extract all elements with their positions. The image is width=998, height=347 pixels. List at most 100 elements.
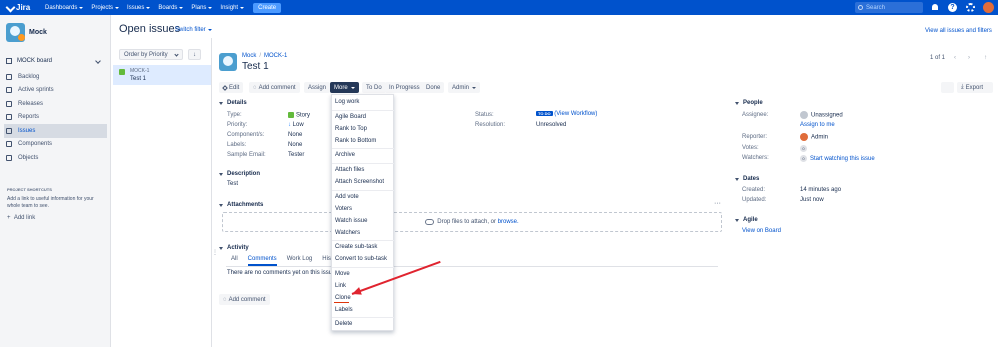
menu-item-attach-screenshot[interactable]: Attach Screenshot xyxy=(335,179,384,185)
menu-item-rank-to-top[interactable]: Rank to Top xyxy=(335,126,367,132)
export-button[interactable]: ⤓ Export xyxy=(957,82,993,93)
sort-direction-button[interactable]: ↓ xyxy=(188,49,201,60)
menu-item-watch-issue[interactable]: Watch issue xyxy=(335,218,367,224)
sidebar-item-label: Issues xyxy=(18,127,36,134)
admin-button[interactable]: Admin xyxy=(448,82,481,93)
menu-item-watchers[interactable]: Watchers xyxy=(335,230,360,236)
description-heading[interactable]: Description xyxy=(219,171,260,177)
create-button[interactable]: Create xyxy=(253,2,282,13)
chevron-down-icon xyxy=(79,6,84,9)
view-workflow-link[interactable]: View Workflow xyxy=(556,111,595,117)
view-all-issues-link[interactable]: View all issues and filters xyxy=(925,28,992,34)
share-icon[interactable] xyxy=(941,82,954,93)
issue-title[interactable]: Test 1 xyxy=(242,61,269,72)
assign-to-me-link[interactable]: Assign to me xyxy=(800,122,835,128)
breadcrumb-issue-key[interactable]: MOCK-1 xyxy=(264,53,287,59)
assign-button[interactable]: Assign xyxy=(304,82,331,93)
tab-comments[interactable]: Comments xyxy=(247,256,277,266)
menu-item-agile-board[interactable]: Agile Board xyxy=(335,114,366,120)
help-icon[interactable]: ? xyxy=(948,3,957,12)
nav-issues[interactable]: Issues xyxy=(127,5,151,11)
list-item[interactable]: MOCK-1 Test 1 xyxy=(113,65,211,85)
order-by-dropdown[interactable]: Order by Priority xyxy=(119,49,183,60)
backlog-icon xyxy=(6,73,12,80)
nav-plans[interactable]: Plans xyxy=(191,5,213,11)
collapse-icon xyxy=(735,177,739,181)
menu-item-clone[interactable]: Clone xyxy=(335,295,351,301)
next-issue-icon[interactable]: › xyxy=(968,55,970,61)
project-header[interactable]: Mock xyxy=(6,23,47,42)
view-on-board-link[interactable]: View on Board xyxy=(742,228,781,234)
people-heading[interactable]: People xyxy=(735,100,763,106)
switch-filter-button[interactable]: Switch filter xyxy=(175,27,212,33)
sidebar-item-reports[interactable]: Reports xyxy=(4,111,107,125)
more-button[interactable]: More xyxy=(330,82,359,93)
description-text[interactable]: Test xyxy=(227,181,238,187)
menu-item-voters[interactable]: Voters xyxy=(335,206,352,212)
details-heading[interactable]: Details xyxy=(219,100,247,106)
nav-projects[interactable]: Projects xyxy=(91,5,120,11)
sidebar-item-components[interactable]: Components xyxy=(4,138,107,152)
menu-item-move[interactable]: Move xyxy=(335,271,350,277)
nav-boards[interactable]: Boards xyxy=(158,5,184,11)
breadcrumb-project[interactable]: Mock xyxy=(242,53,256,59)
add-comment-label: Add comment xyxy=(258,84,296,91)
done-button[interactable]: Done xyxy=(422,82,445,93)
tab-all[interactable]: All xyxy=(231,256,238,266)
menu-item-attach-files[interactable]: Attach files xyxy=(335,167,364,173)
in-progress-button[interactable]: In Progress xyxy=(385,82,424,93)
menu-item-add-vote[interactable]: Add vote xyxy=(335,194,359,200)
agile-heading[interactable]: Agile xyxy=(735,217,758,223)
chevron-down-icon xyxy=(350,86,355,89)
menu-item-delete[interactable]: Delete xyxy=(335,321,352,327)
votes-count: 0 xyxy=(800,145,807,152)
project-name: Mock xyxy=(29,29,47,36)
sidebar-item-objects[interactable]: Objects xyxy=(4,151,107,165)
nav-dashboards[interactable]: Dashboards xyxy=(45,5,84,11)
add-link-button[interactable]: + Add link xyxy=(7,215,35,221)
labels-value: None xyxy=(288,142,303,148)
unassigned-avatar xyxy=(800,111,808,119)
menu-item-log-work[interactable]: Log work xyxy=(335,99,359,105)
dates-heading[interactable]: Dates xyxy=(735,176,759,182)
gear-icon[interactable] xyxy=(966,3,975,12)
divider xyxy=(332,267,394,268)
notifications-icon[interactable] xyxy=(931,3,940,12)
search-placeholder: Search xyxy=(866,4,886,11)
sidebar-item-active-sprints[interactable]: Active sprints xyxy=(4,84,107,98)
watchers-count[interactable]: 0 xyxy=(800,155,807,162)
votes-value[interactable]: 0 xyxy=(800,145,810,152)
menu-item-archive[interactable]: Archive xyxy=(335,152,355,158)
menu-item-rank-to-bottom[interactable]: Rank to Bottom xyxy=(335,138,376,144)
clone-underline-annotation xyxy=(334,302,349,303)
add-comment-bottom-button[interactable]: ◌ Add comment xyxy=(219,294,270,305)
board-selector[interactable]: MOCK board xyxy=(6,55,106,66)
previous-issue-icon[interactable]: ‹ xyxy=(954,55,956,61)
sidebar-item-releases[interactable]: Releases xyxy=(4,97,107,111)
menu-item-link[interactable]: Link xyxy=(335,283,346,289)
search-input[interactable]: Search xyxy=(855,2,923,13)
attachment-dropzone[interactable]: Drop files to attach, or browse. xyxy=(222,212,722,232)
collapse-icon xyxy=(735,218,739,222)
menu-item-create-subtask[interactable]: Create sub-task xyxy=(335,244,377,250)
menu-item-convert-subtask[interactable]: Convert to sub-task xyxy=(335,256,387,262)
user-avatar[interactable] xyxy=(983,2,994,13)
upload-cloud-icon xyxy=(425,219,435,225)
sidebar-item-issues[interactable]: Issues xyxy=(4,124,107,138)
activity-heading[interactable]: Activity xyxy=(219,245,249,251)
edit-button[interactable]: Edit xyxy=(219,82,244,93)
tab-work-log[interactable]: Work Log xyxy=(287,256,313,266)
nav-insight[interactable]: Insight xyxy=(220,5,245,11)
collapse-icon[interactable]: ↑ xyxy=(984,55,987,61)
browse-link[interactable]: browse. xyxy=(498,219,519,225)
jira-logo[interactable]: Jira xyxy=(7,3,45,12)
start-watching-link[interactable]: Start watching this issue xyxy=(810,156,875,162)
more-options-icon[interactable]: ··· xyxy=(714,200,721,207)
add-comment-button[interactable]: ◌ Add comment xyxy=(249,82,300,93)
priority-low-icon: ↓ xyxy=(288,122,291,128)
menu-item-labels[interactable]: Labels xyxy=(335,307,353,313)
attachments-heading[interactable]: Attachments xyxy=(219,202,263,208)
drag-handle-icon[interactable]: ⋮ xyxy=(212,249,218,256)
sidebar-item-backlog[interactable]: Backlog xyxy=(4,70,107,84)
todo-button[interactable]: To Do xyxy=(362,82,386,93)
